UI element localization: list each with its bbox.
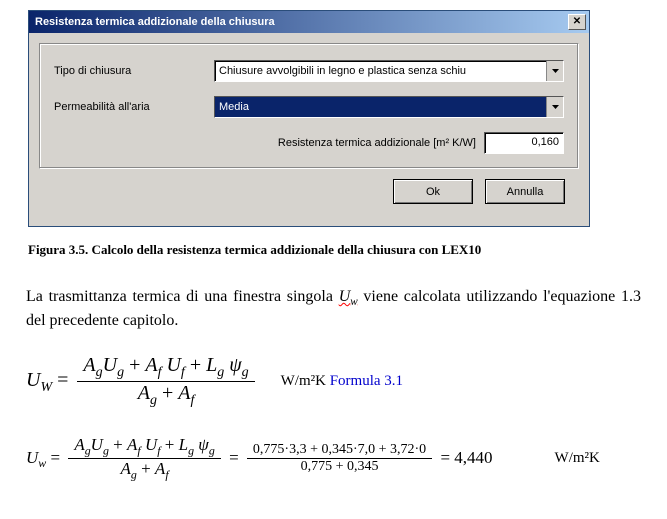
eq1-unit: W/m²K Formula 3.1 (281, 373, 403, 390)
paragraph: La trasmittanza termica di una finestra … (26, 286, 641, 332)
eq1-lhs: UW = AgUg + Af Uf + Lg ψg Ag + Af (26, 354, 259, 409)
perm-label: Permeabilità all'aria (54, 101, 214, 113)
eq2-result: 4,440 (454, 448, 492, 467)
dialog-group: Tipo di chiusura Chiusure avvolgibili in… (39, 43, 579, 169)
eq2-expr: Uw = AgUg + Af Uf + Lg ψg Ag + Af = 0,77… (26, 435, 493, 483)
eq2-unit: W/m²K (555, 450, 600, 467)
tipo-label: Tipo di chiusura (54, 65, 214, 77)
prose-text-a: La trasmittanza termica di una finestra … (26, 288, 339, 305)
chevron-down-icon[interactable] (546, 61, 563, 81)
res-label: Resistenza termica addizionale [m² K/W] (278, 137, 476, 149)
dialog-window: Resistenza termica addizionale della chi… (28, 10, 590, 227)
ok-button[interactable]: Ok (393, 179, 473, 204)
eq1-fraction: AgUg + Af Uf + Lg ψg Ag + Af (77, 354, 254, 409)
eq2-fraction-1: AgUg + Af Uf + Lg ψg Ag + Af (68, 435, 221, 483)
chevron-down-icon[interactable] (546, 97, 563, 117)
dialog-titlebar: Resistenza termica addizionale della chi… (29, 11, 589, 33)
equation-1: UW = AgUg + Af Uf + Lg ψg Ag + Af W/m²K … (26, 354, 657, 409)
cancel-button[interactable]: Annulla (485, 179, 565, 204)
dialog-title: Resistenza termica addizionale della chi… (35, 16, 275, 28)
symbol-uw: Uw (339, 288, 358, 305)
row-tipo: Tipo di chiusura Chiusure avvolgibili in… (54, 60, 564, 82)
button-row: Ok Annulla (39, 169, 579, 216)
equation-2: Uw = AgUg + Af Uf + Lg ψg Ag + Af = 0,77… (26, 435, 657, 483)
dialog-body: Tipo di chiusura Chiusure avvolgibili in… (29, 33, 589, 226)
close-icon[interactable]: ✕ (568, 14, 586, 30)
perm-value: Media (215, 97, 546, 117)
tipo-value: Chiusure avvolgibili in legno e plastica… (215, 61, 546, 81)
tipo-combo[interactable]: Chiusure avvolgibili in legno e plastica… (214, 60, 564, 82)
res-input[interactable]: 0,160 (484, 132, 564, 154)
figure-caption: Figura 3.5. Calcolo della resistenza ter… (28, 242, 657, 258)
perm-combo[interactable]: Media (214, 96, 564, 118)
row-perm: Permeabilità all'aria Media (54, 96, 564, 118)
formula-link[interactable]: Formula 3.1 (330, 373, 403, 389)
eq2-fraction-2: 0,775·3,3 + 0,345·7,0 + 3,72·0 0,775 + 0… (247, 442, 432, 475)
row-resistenza: Resistenza termica addizionale [m² K/W] … (54, 132, 564, 154)
